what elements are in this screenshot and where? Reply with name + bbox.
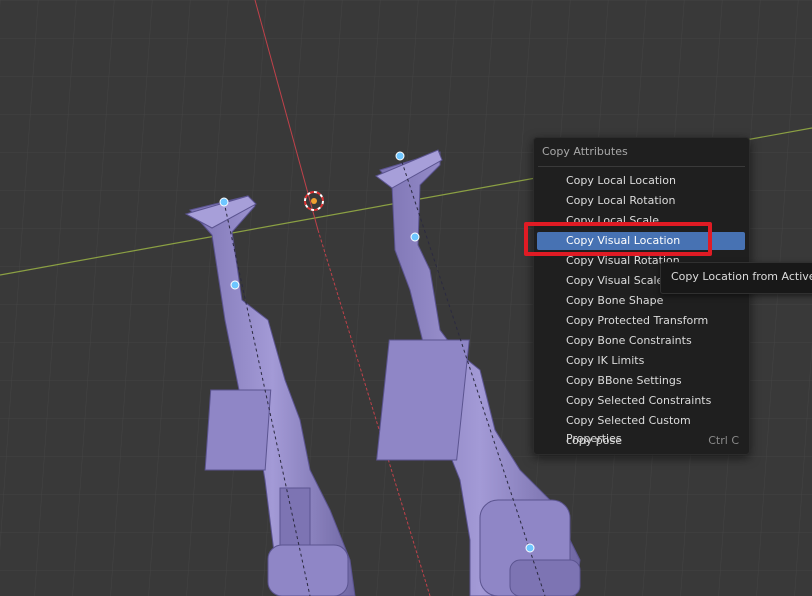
menu-item-copy-local-rotation[interactable]: Copy Local Rotation [537, 192, 745, 210]
3d-viewport[interactable]: Copy Attributes Copy Local Location Copy… [0, 0, 812, 596]
menu-item-copy-selected-custom-properties[interactable]: Copy Selected Custom Properties [537, 412, 745, 445]
menu-item-copy-selected-constraints[interactable]: Copy Selected Constraints [537, 392, 745, 410]
menu-divider [538, 166, 745, 167]
menu-item-copy-bbone-settings[interactable]: Copy BBone Settings [537, 372, 745, 390]
menu-item-copy-visual-location[interactable]: Copy Visual Location [537, 232, 745, 250]
menu-item-copy-local-location[interactable]: Copy Local Location [537, 172, 745, 190]
menu-item-copy-pose[interactable]: copy pose Ctrl C [537, 432, 745, 450]
menu-item-copy-bone-shape[interactable]: Copy Bone Shape [537, 292, 745, 310]
copy-attributes-menu: Copy Attributes Copy Local Location Copy… [533, 137, 750, 455]
menu-item-copy-ik-limits[interactable]: Copy IK Limits [537, 352, 745, 370]
menu-item-copy-local-scale[interactable]: Copy Local Scale [537, 212, 745, 230]
menu-item-copy-bone-constraints[interactable]: Copy Bone Constraints [537, 332, 745, 350]
tooltip-text: Copy Location from Active to [671, 270, 812, 283]
menu-item-copy-protected-transform[interactable]: Copy Protected Transform [537, 312, 745, 330]
tooltip: Copy Location from Active to [660, 262, 812, 294]
menu-title: Copy Attributes [542, 145, 628, 158]
shortcut-label: Ctrl C [708, 434, 739, 447]
